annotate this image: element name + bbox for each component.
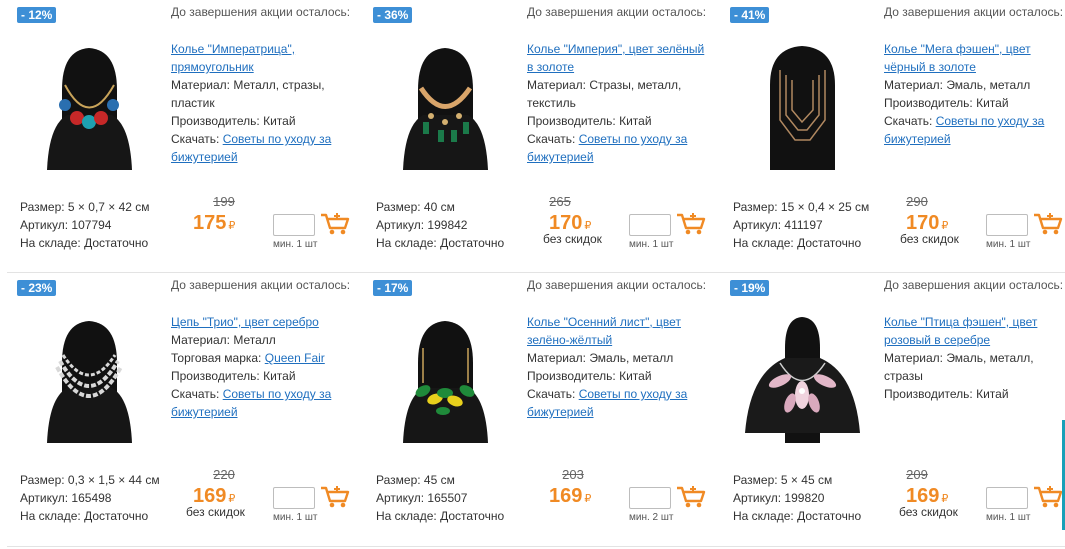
download-row: Скачать: Советы по уходу за бижутерией xyxy=(527,132,688,164)
material-row: Материал: Металл, стразы, пластик xyxy=(171,78,325,110)
product-info: Цепь "Трио", цвет серебро Материал: Мета… xyxy=(171,313,351,421)
promo-countdown-label: До завершения акции осталось: xyxy=(884,278,1064,292)
product-info: Колье "Мега фэшен", цвет чёрный в золоте … xyxy=(884,40,1064,148)
discount-badge: - 19% xyxy=(730,280,770,296)
product-specs: Размер: 5 × 0,7 × 42 см Артикул: 107794 … xyxy=(20,200,150,250)
download-row: Скачать: Советы по уходу за бижутерией xyxy=(171,387,332,419)
product-specs: Размер: 15 × 0,4 × 25 см Артикул: 411197… xyxy=(733,200,870,250)
no-discount-note: без скидок xyxy=(899,505,958,519)
product-card: - 23% До завершения акции осталось: Цепь… xyxy=(7,273,363,545)
add-to-cart-icon[interactable] xyxy=(676,485,706,509)
current-price: 169 ₽ xyxy=(549,485,592,507)
promo-countdown-label: До завершения акции осталось: xyxy=(171,5,351,19)
product-info: Колье "Империя", цвет зелёный в золоте Ма… xyxy=(527,40,707,166)
no-discount-note: без скидок xyxy=(543,232,602,246)
material-row: Материал: Эмаль, металл xyxy=(527,351,674,365)
product-info: Колье "Птица фэшен", цвет розовый в сереб… xyxy=(884,313,1064,403)
maker-row: Производитель: Китай xyxy=(884,96,1009,110)
old-price: 220 xyxy=(213,467,235,482)
promo-countdown-label: До завершения акции осталось: xyxy=(171,278,351,292)
old-price: 290 xyxy=(906,194,928,209)
discount-badge: - 12% xyxy=(17,7,57,23)
download-row: Скачать: Советы по уходу за бижутерией xyxy=(527,387,688,419)
product-card: - 17% До завершения акции осталось: Коль… xyxy=(363,273,719,545)
product-image[interactable] xyxy=(383,303,508,443)
maker-row: Производитель: Китай xyxy=(171,114,296,128)
product-title-link[interactable]: Колье "Императрица", прямоугольник xyxy=(171,40,351,76)
min-quantity-note: мин. 1 шт xyxy=(986,239,1031,250)
quantity-input[interactable] xyxy=(273,487,315,509)
add-to-cart-icon[interactable] xyxy=(1033,212,1063,236)
min-quantity-note: мин. 1 шт xyxy=(629,239,674,250)
min-quantity-note: мин. 1 шт xyxy=(273,512,318,523)
product-specs: Размер: 0,3 × 1,5 × 44 см Артикул: 16549… xyxy=(20,473,160,523)
product-title-link[interactable]: Колье "Осенний лист", цвет зелёно-жёлтый xyxy=(527,313,707,349)
product-specs: Размер: 45 см Артикул: 165507 На складе:… xyxy=(376,473,505,523)
product-card: - 19% До завершения акции осталось: Коль… xyxy=(720,273,1065,545)
discount-badge: - 23% xyxy=(17,280,57,296)
download-row: Скачать: Советы по уходу за бижутерией xyxy=(884,114,1045,146)
row-divider xyxy=(7,546,1065,547)
old-price: 265 xyxy=(549,194,571,209)
product-image[interactable] xyxy=(27,303,152,443)
discount-badge: - 36% xyxy=(373,7,413,23)
no-discount-note: без скидок xyxy=(900,232,959,246)
product-image[interactable] xyxy=(383,30,508,170)
product-image[interactable] xyxy=(27,30,152,170)
add-to-cart-icon[interactable] xyxy=(676,212,706,236)
quantity-input[interactable] xyxy=(986,214,1028,236)
promo-countdown-label: До завершения акции осталось: xyxy=(884,5,1064,19)
current-price: 175 ₽ xyxy=(193,212,236,234)
promo-countdown-label: До завершения акции осталось: xyxy=(527,278,707,292)
old-price: 199 xyxy=(213,194,235,209)
brand-link[interactable]: Queen Fair xyxy=(265,351,325,365)
product-image[interactable] xyxy=(740,303,865,443)
download-row: Скачать: Советы по уходу за бижутерией xyxy=(171,132,332,164)
product-title-link[interactable]: Колье "Птица фэшен", цвет розовый в сереб… xyxy=(884,313,1064,349)
discount-badge: - 41% xyxy=(730,7,770,23)
maker-row: Производитель: Китай xyxy=(527,369,652,383)
product-card: - 12% До завершения акции осталось: Коль… xyxy=(7,0,363,272)
old-price: 209 xyxy=(906,467,928,482)
maker-row: Производитель: Китай xyxy=(171,369,296,383)
product-info: Колье "Императрица", прямоугольник Матери… xyxy=(171,40,351,166)
product-title-link[interactable]: Колье "Империя", цвет зелёный в золоте xyxy=(527,40,707,76)
product-card: - 36% До завершения акции осталось: Коль… xyxy=(363,0,719,272)
brand-row: Торговая марка: Queen Fair xyxy=(171,351,325,365)
product-info: Колье "Осенний лист", цвет зелёно-жёлтый … xyxy=(527,313,707,421)
material-row: Материал: Стразы, металл, текстиль xyxy=(527,78,682,110)
maker-row: Производитель: Китай xyxy=(884,387,1009,401)
add-to-cart-icon[interactable] xyxy=(320,212,350,236)
material-row: Материал: Металл xyxy=(171,333,276,347)
product-card: - 41% До завершения акции осталось: Коль… xyxy=(720,0,1065,272)
quantity-input[interactable] xyxy=(629,214,671,236)
product-title-link[interactable]: Колье "Мега фэшен", цвет чёрный в золоте xyxy=(884,40,1064,76)
product-specs: Размер: 5 × 45 см Артикул: 199820 На скл… xyxy=(733,473,862,523)
quantity-input[interactable] xyxy=(273,214,315,236)
min-quantity-note: мин. 2 шт xyxy=(629,512,674,523)
add-to-cart-icon[interactable] xyxy=(1033,485,1063,509)
product-image[interactable] xyxy=(740,30,865,170)
material-row: Материал: Эмаль, металл, стразы xyxy=(884,351,1034,383)
product-grid: - 12% До завершения акции осталось: Коль… xyxy=(0,0,1065,549)
promo-countdown-label: До завершения акции осталось: xyxy=(527,5,707,19)
no-discount-note: без скидок xyxy=(186,505,245,519)
product-title-link[interactable]: Цепь "Трио", цвет серебро xyxy=(171,313,351,331)
material-row: Материал: Эмаль, металл xyxy=(884,78,1031,92)
quantity-input[interactable] xyxy=(629,487,671,509)
old-price: 203 xyxy=(562,467,584,482)
quantity-input[interactable] xyxy=(986,487,1028,509)
product-specs: Размер: 40 см Артикул: 199842 На складе:… xyxy=(376,200,505,250)
discount-badge: - 17% xyxy=(373,280,413,296)
add-to-cart-icon[interactable] xyxy=(320,485,350,509)
min-quantity-note: мин. 1 шт xyxy=(986,512,1031,523)
min-quantity-note: мин. 1 шт xyxy=(273,239,318,250)
maker-row: Производитель: Китай xyxy=(527,114,652,128)
